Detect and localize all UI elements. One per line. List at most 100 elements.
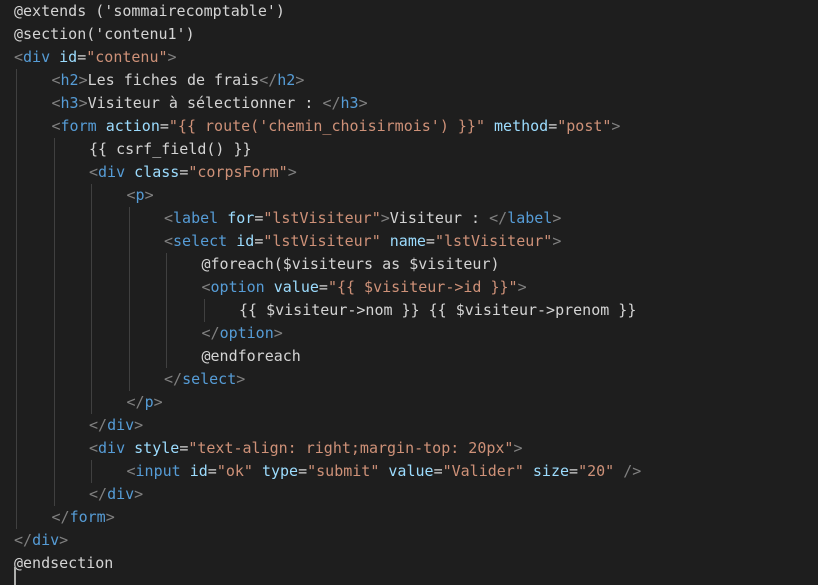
code-token: "text-align: right;margin-top: 20px": [188, 439, 514, 457]
code-token: "ok": [216, 462, 253, 480]
code-token: </: [201, 324, 220, 342]
code-token: =: [254, 209, 264, 227]
indent-guide: [166, 253, 167, 368]
code-token: id: [236, 232, 255, 250]
code-token: >: [236, 370, 246, 388]
code-line[interactable]: {{ $visiteur->nom }} {{ $visiteur->preno…: [239, 299, 636, 322]
code-line[interactable]: {{ csrf_field() }}: [89, 138, 252, 161]
code-token: </: [126, 393, 145, 411]
code-token: "lstVisiteur": [263, 232, 381, 250]
code-line[interactable]: @foreach($visiteurs as $visiteur): [202, 253, 500, 276]
code-token: "{{ route('chemin_choisirmois') }}": [168, 117, 485, 135]
code-token: "{{ $visiteur->id }}": [327, 278, 518, 296]
code-line[interactable]: @extends ('sommairecomptable'): [14, 0, 285, 23]
code-line[interactable]: @endsection: [14, 552, 113, 575]
code-token: for: [227, 209, 255, 227]
code-line[interactable]: </div>: [89, 483, 143, 506]
code-token: >: [513, 439, 523, 457]
code-token: <: [51, 117, 61, 135]
code-line[interactable]: </select>: [164, 368, 245, 391]
code-token: >: [144, 186, 154, 204]
code-token: div: [107, 416, 135, 434]
indent-guide: [203, 299, 205, 322]
code-token: >: [167, 48, 177, 66]
code-token: =: [425, 232, 435, 250]
code-token: form: [69, 508, 106, 526]
code-token: =: [548, 117, 558, 135]
code-token: =: [179, 439, 189, 457]
code-token: div: [23, 48, 51, 66]
code-token: </: [89, 485, 108, 503]
code-line[interactable]: </form>: [52, 506, 115, 529]
code-line[interactable]: <select id="lstVisiteur" name="lstVisite…: [164, 230, 561, 253]
code-token: >: [358, 94, 368, 112]
code-token: >: [552, 209, 562, 227]
code-token: =: [159, 117, 169, 135]
code-token: >: [517, 278, 527, 296]
code-line[interactable]: <p>: [127, 184, 154, 207]
code-token: "lstVisiteur": [434, 232, 553, 250]
code-token: method: [494, 117, 549, 135]
code-line[interactable]: <div id="contenu">: [14, 46, 177, 69]
code-token: Les fiches de frais: [87, 71, 260, 89]
code-token: {{ csrf_field() }}: [89, 140, 252, 158]
code-token: "submit": [307, 462, 380, 480]
code-token: </: [259, 71, 278, 89]
code-line[interactable]: <input id="ok" type="submit" value="Vali…: [127, 460, 642, 483]
code-token: >: [552, 232, 562, 250]
code-line[interactable]: </div>: [14, 529, 68, 552]
code-token: value: [273, 278, 319, 296]
code-token: =: [207, 462, 217, 480]
code-line[interactable]: </div>: [89, 414, 143, 437]
code-line[interactable]: @endforeach: [202, 345, 301, 368]
code-token: Visiteur à sélectionner :: [87, 94, 323, 112]
code-token: <: [51, 94, 61, 112]
code-line[interactable]: <div style="text-align: right;margin-top…: [89, 437, 522, 460]
code-line[interactable]: <h3>Visiteur à sélectionner : </h3>: [52, 92, 368, 115]
code-token: =: [298, 462, 308, 480]
code-token: div: [107, 485, 135, 503]
code-token: "corpsForm": [188, 163, 288, 181]
code-token: <: [126, 462, 136, 480]
indent-guide: [53, 138, 55, 506]
code-line[interactable]: @section('contenu1'): [14, 23, 195, 46]
code-token: "lstVisiteur": [263, 209, 381, 227]
code-line[interactable]: <form action="{{ route('chemin_choisirmo…: [52, 115, 621, 138]
code-token: "20": [578, 462, 615, 480]
code-token: </: [489, 209, 508, 227]
code-token: <: [89, 439, 99, 457]
code-token: =: [569, 462, 579, 480]
code-line[interactable]: </p>: [127, 391, 163, 414]
code-token: =: [433, 462, 443, 480]
code-token: </: [164, 370, 183, 388]
code-token: p: [144, 393, 154, 411]
code-line[interactable]: </option>: [202, 322, 283, 345]
code-token: <: [201, 278, 211, 296]
code-token: name: [389, 232, 426, 250]
code-token: >: [295, 71, 305, 89]
code-token: "post": [557, 117, 612, 135]
code-token: @endsection: [14, 554, 114, 572]
code-token: "Valider": [442, 462, 524, 480]
code-token: >: [134, 485, 144, 503]
code-token: =: [254, 232, 264, 250]
code-token: label: [173, 209, 219, 227]
code-line[interactable]: <h2>Les fiches de frais</h2>: [52, 69, 305, 92]
code-line[interactable]: <div class="corpsForm">: [89, 161, 297, 184]
code-token: />: [623, 462, 642, 480]
code-line[interactable]: <option value="{{ $visiteur->id }}">: [202, 276, 527, 299]
code-editor[interactable]: @extends ('sommairecomptable') @section('…: [0, 0, 818, 585]
code-token: >: [153, 393, 163, 411]
code-token: >: [134, 416, 144, 434]
indent-guide: [91, 460, 92, 483]
code-line[interactable]: <label for="lstVisiteur">Visiteur : </la…: [164, 207, 561, 230]
